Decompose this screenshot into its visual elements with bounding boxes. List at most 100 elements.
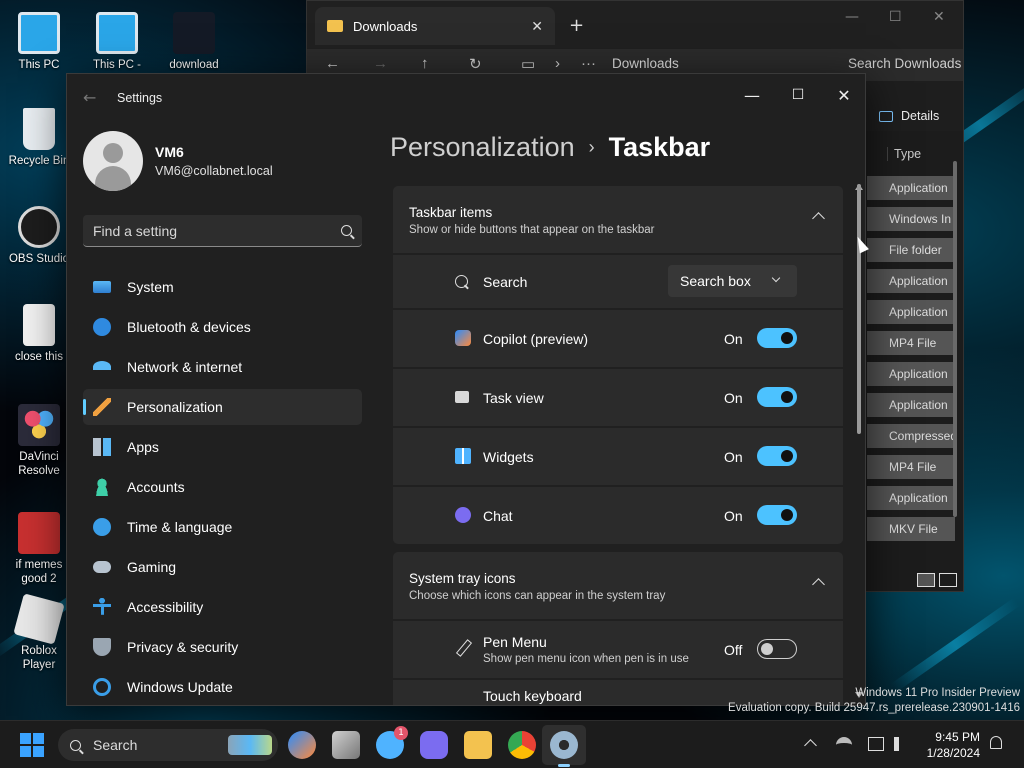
display-icon[interactable] <box>868 737 884 751</box>
maximize-icon[interactable]: ☐ <box>889 9 902 25</box>
task-view-toggle[interactable] <box>757 387 797 407</box>
desktop-icon-if-memes-good-2[interactable]: if memes good 2 <box>4 512 74 586</box>
address-path[interactable]: Downloads <box>612 56 679 71</box>
nav-item-network[interactable]: Network & internet <box>83 349 362 385</box>
new-tab-icon[interactable]: + <box>569 15 584 36</box>
widgets-toggle[interactable] <box>757 446 797 466</box>
search-icon <box>455 275 468 288</box>
setting-description: Show pen menu icon when pen is in use <box>483 653 689 665</box>
file-type-cell[interactable]: MKV File <box>867 517 955 541</box>
taskbar-items-header[interactable]: Taskbar items Show or hide buttons that … <box>393 186 843 253</box>
explorer-scrollbar[interactable] <box>953 161 957 517</box>
task-view-icon[interactable] <box>332 731 360 759</box>
maximize-button[interactable]: ☐ <box>775 80 821 110</box>
close-icon[interactable]: ✕ <box>933 9 945 25</box>
settings-nav: System Bluetooth & devices Network & int… <box>83 269 362 705</box>
minimize-button[interactable]: — <box>729 80 775 110</box>
widgets-icon[interactable]: 1 <box>376 726 408 759</box>
desktop-icon-davinci-resolve[interactable]: DaVinci Resolve <box>4 404 74 478</box>
details-pane-button[interactable]: Details <box>879 109 939 123</box>
chrome-icon[interactable] <box>508 731 536 759</box>
desktop-icon-close-this[interactable]: close this <box>4 304 74 364</box>
user-profile[interactable]: VM6 VM6@collabnet.local <box>83 131 273 191</box>
update-icon <box>93 678 111 696</box>
brush-icon <box>93 398 111 416</box>
system-clock[interactable]: 9:45 PM 1/28/2024 <box>920 729 980 761</box>
chevron-down-icon <box>771 273 781 283</box>
file-type-cell[interactable]: Application <box>867 393 955 417</box>
monitor-icon: ▭ <box>521 56 536 73</box>
volume-muted-icon[interactable] <box>894 737 910 751</box>
chevron-up-icon[interactable] <box>804 739 817 752</box>
search-mode-dropdown[interactable]: Search box <box>668 265 797 297</box>
chat-toggle[interactable] <box>757 505 797 525</box>
more-icon[interactable]: ··· <box>581 55 596 72</box>
toggle-state-text: On <box>724 330 743 347</box>
tiles-view-icon[interactable] <box>939 573 957 587</box>
chat-icon[interactable] <box>420 731 448 759</box>
folder-icon <box>327 20 343 32</box>
setting-row-task-view: Task view On <box>393 369 843 426</box>
watermark-line: Evaluation copy. Build 25947.rs_prerelea… <box>728 702 1020 714</box>
file-type-cell[interactable]: Application <box>867 486 955 510</box>
nav-item-time-language[interactable]: Time & language <box>83 509 362 545</box>
nav-item-windows-update[interactable]: Windows Update <box>83 669 362 705</box>
network-icon[interactable] <box>836 737 852 751</box>
nav-item-apps[interactable]: Apps <box>83 429 362 465</box>
desktop-icon-this-pc-shortcut[interactable]: This PC - <box>82 12 152 72</box>
taskbar-search[interactable]: Search <box>58 729 278 761</box>
file-type-cell[interactable]: MP4 File <box>867 455 955 479</box>
file-type-cell[interactable]: Application <box>867 300 955 324</box>
explorer-tab-downloads[interactable]: Downloads ✕ <box>315 7 555 45</box>
forward-arrow-icon[interactable]: → <box>373 55 388 72</box>
desktop-icon-this-pc[interactable]: This PC <box>4 12 74 72</box>
start-button[interactable] <box>20 733 44 757</box>
refresh-icon[interactable]: ↻ <box>469 55 482 73</box>
settings-scrollbar[interactable] <box>857 184 861 434</box>
column-header-type[interactable]: Type <box>887 147 921 161</box>
pen-menu-toggle[interactable] <box>757 639 797 659</box>
close-tab-icon[interactable]: ✕ <box>531 18 543 35</box>
settings-gear-icon[interactable] <box>550 731 578 767</box>
profile-text: VM6 VM6@collabnet.local <box>155 144 273 178</box>
file-type-cell[interactable]: Application <box>867 269 955 293</box>
minimize-icon[interactable]: — <box>845 9 859 25</box>
nav-item-label: Gaming <box>127 559 177 575</box>
notification-bell-icon[interactable] <box>990 736 1002 749</box>
file-type-cell[interactable]: Compressed <box>867 424 955 448</box>
copilot-toggle[interactable] <box>757 328 797 348</box>
settings-search-box[interactable] <box>83 215 362 247</box>
file-type-cell[interactable]: Windows In <box>867 207 955 231</box>
explorer-search-input[interactable]: Search Downloads <box>848 56 961 71</box>
file-type-cell[interactable]: File folder <box>867 238 955 262</box>
nav-item-system[interactable]: System <box>83 269 362 305</box>
nav-item-personalization[interactable]: Personalization <box>83 389 362 425</box>
nav-item-gaming[interactable]: Gaming <box>83 549 362 585</box>
back-arrow-icon[interactable]: ← <box>83 88 96 107</box>
back-arrow-icon[interactable]: ← <box>325 55 340 72</box>
wallpaper-streak <box>890 597 1020 693</box>
file-type-cell[interactable]: Application <box>867 176 955 200</box>
up-arrow-icon[interactable]: ↑ <box>421 55 429 72</box>
file-type-cell[interactable]: MP4 File <box>867 331 955 355</box>
file-type-cell[interactable]: Application <box>867 362 955 386</box>
notification-badge: 1 <box>394 726 408 740</box>
nav-item-label: Network & internet <box>127 359 243 375</box>
desktop-icon-download[interactable]: download <box>159 12 229 72</box>
search-icon[interactable] <box>341 225 352 236</box>
copilot-icon[interactable] <box>288 731 316 759</box>
setting-row-chat: Chat On <box>393 487 843 544</box>
nav-item-bluetooth[interactable]: Bluetooth & devices <box>83 309 362 345</box>
nav-item-privacy-security[interactable]: Privacy & security <box>83 629 362 665</box>
breadcrumb-parent[interactable]: Personalization <box>390 132 575 162</box>
file-explorer-icon[interactable] <box>464 731 492 759</box>
nav-item-accessibility[interactable]: Accessibility <box>83 589 362 625</box>
settings-search-input[interactable] <box>93 222 341 239</box>
desktop-icon-obs-studio[interactable]: OBS Studio <box>4 206 74 266</box>
details-view-icon[interactable] <box>917 573 935 587</box>
desktop-icon-roblox-player[interactable]: Roblox Player <box>4 593 74 672</box>
system-tray-header[interactable]: System tray icons Choose which icons can… <box>393 552 843 619</box>
nav-item-accounts[interactable]: Accounts <box>83 469 362 505</box>
close-button[interactable]: ✕ <box>821 80 865 110</box>
desktop-icon-recycle-bin[interactable]: Recycle Bin <box>4 108 74 168</box>
